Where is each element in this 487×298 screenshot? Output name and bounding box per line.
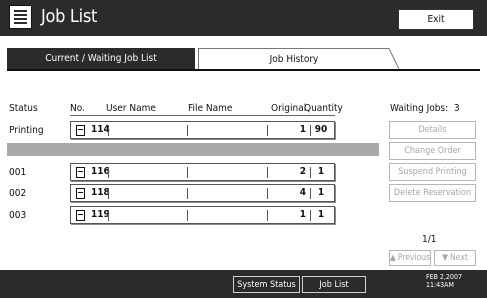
column-separator: [310, 167, 311, 178]
system-status-button[interactable]: System Status: [233, 276, 300, 293]
column-separator: [187, 188, 188, 199]
change-order-button[interactable]: Change Order: [389, 142, 476, 160]
up-arrow-icon: ▲: [389, 253, 396, 263]
job-quantity: 1: [317, 166, 325, 177]
down-arrow-icon: ▼: [442, 253, 449, 263]
column-header-status: Status: [9, 103, 38, 114]
waiting-jobs-count: 3: [453, 103, 460, 114]
column-separator: [267, 167, 268, 178]
details-button[interactable]: Details: [389, 121, 476, 139]
document-icon: [76, 167, 85, 178]
column-separator: [108, 167, 109, 178]
delete-reservation-button[interactable]: Delete Reservation: [389, 184, 476, 202]
column-separator: [108, 210, 109, 221]
job-row[interactable]: 114 1 90: [70, 121, 335, 139]
tab-job-history-edge: [379, 48, 399, 70]
column-separator: [310, 125, 311, 136]
document-icon: [76, 125, 85, 136]
column-separator: [187, 167, 188, 178]
column-separator: [267, 125, 268, 136]
time-display: 11:43AM: [426, 281, 454, 289]
tab-current-waiting-job-list[interactable]: Current / Waiting Job List: [7, 48, 195, 69]
page-indicator: 1/1: [422, 234, 437, 245]
job-list-icon: [9, 5, 32, 29]
column-separator: [187, 125, 188, 136]
waiting-jobs-label: Waiting Jobs:: [390, 103, 449, 114]
next-label: Next: [450, 253, 468, 263]
page-title: Job List: [41, 6, 98, 27]
column-separator: [108, 188, 109, 199]
job-row[interactable]: 116 2 1: [70, 163, 335, 181]
column-separator: [267, 210, 268, 221]
column-header-file-name: File Name: [188, 103, 233, 114]
job-number: 114: [91, 124, 110, 135]
exit-button[interactable]: Exit: [398, 9, 474, 30]
date-display: FEB 2,2007: [426, 273, 462, 281]
job-status: 001: [9, 167, 27, 178]
job-original-count: 1: [299, 209, 306, 220]
previous-button[interactable]: ▲ Previous: [389, 250, 431, 266]
column-header-user-name: User Name: [106, 103, 156, 114]
job-status: 003: [9, 210, 27, 221]
job-status: Printing: [9, 125, 44, 136]
job-original-count: 2: [299, 166, 306, 177]
printing-divider-bar: [7, 143, 379, 156]
column-separator: [310, 210, 311, 221]
job-number: 116: [91, 166, 110, 177]
waiting-jobs: Waiting Jobs: 3: [390, 103, 460, 114]
column-separator: [267, 188, 268, 199]
header-underline: [70, 115, 335, 116]
job-list-button[interactable]: Job List: [302, 276, 366, 293]
tab-strip-divider: [7, 69, 480, 71]
job-quantity: 1: [317, 209, 325, 220]
tab-job-history[interactable]: Job History: [198, 48, 389, 69]
column-separator: [108, 125, 109, 136]
job-row[interactable]: 119 1 1: [70, 206, 335, 224]
column-separator: [310, 188, 311, 199]
job-original-count: 1: [299, 124, 306, 135]
job-number: 119: [91, 209, 110, 220]
document-icon: [76, 210, 85, 221]
job-number: 118: [91, 187, 110, 198]
column-separator: [187, 210, 188, 221]
job-row[interactable]: 118 4 1: [70, 184, 335, 202]
job-quantity: 90: [314, 124, 328, 135]
job-status: 002: [9, 188, 27, 199]
suspend-printing-button[interactable]: Suspend Printing: [389, 163, 476, 181]
column-header-no: No.: [70, 103, 85, 114]
next-button[interactable]: ▼ Next: [434, 250, 476, 266]
document-icon: [76, 188, 85, 199]
previous-label: Previous: [397, 253, 431, 263]
job-quantity: 1: [317, 187, 325, 198]
job-original-count: 4: [299, 187, 306, 198]
column-header-quantity: Quantity: [304, 103, 343, 114]
column-header-original: Original: [271, 103, 307, 114]
